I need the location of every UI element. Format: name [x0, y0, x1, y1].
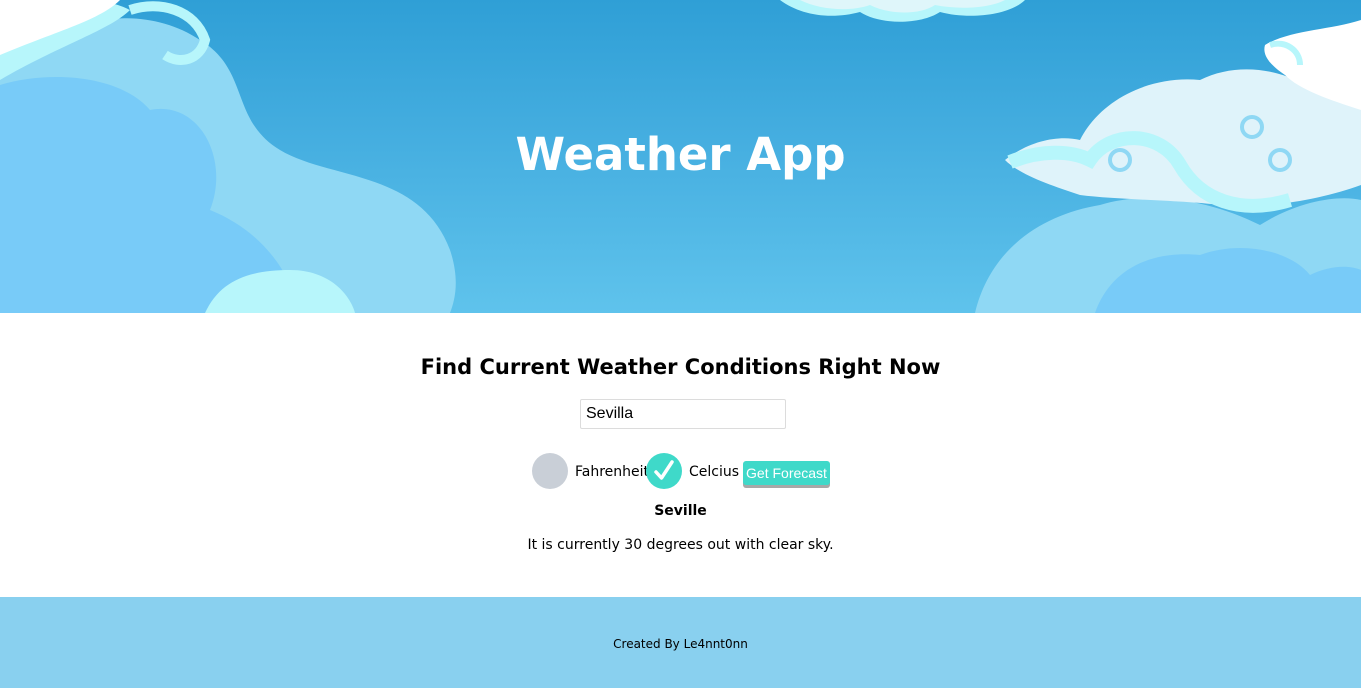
- app-title: Weather App: [515, 128, 846, 181]
- footer: Created By Le4nnt0nn: [0, 597, 1361, 688]
- unit-selector: Fahrenheit Celcius Get Forecast: [0, 453, 1361, 491]
- result-description: It is currently 30 degrees out with clea…: [527, 537, 834, 553]
- fahrenheit-label[interactable]: Fahrenheit: [575, 464, 649, 480]
- main-section: Find Current Weather Conditions Right No…: [0, 313, 1361, 597]
- checkmark-icon: [654, 460, 674, 480]
- result-city: Seville: [654, 503, 707, 519]
- celcius-radio[interactable]: [646, 453, 682, 489]
- celcius-label[interactable]: Celcius: [689, 464, 739, 480]
- fahrenheit-radio[interactable]: [532, 453, 568, 489]
- get-forecast-button[interactable]: Get Forecast: [743, 461, 830, 485]
- hero-banner: Weather App: [0, 0, 1361, 313]
- footer-credit: Created By Le4nnt0nn: [613, 637, 748, 651]
- city-search-input[interactable]: [580, 399, 786, 429]
- page-heading: Find Current Weather Conditions Right No…: [420, 355, 941, 379]
